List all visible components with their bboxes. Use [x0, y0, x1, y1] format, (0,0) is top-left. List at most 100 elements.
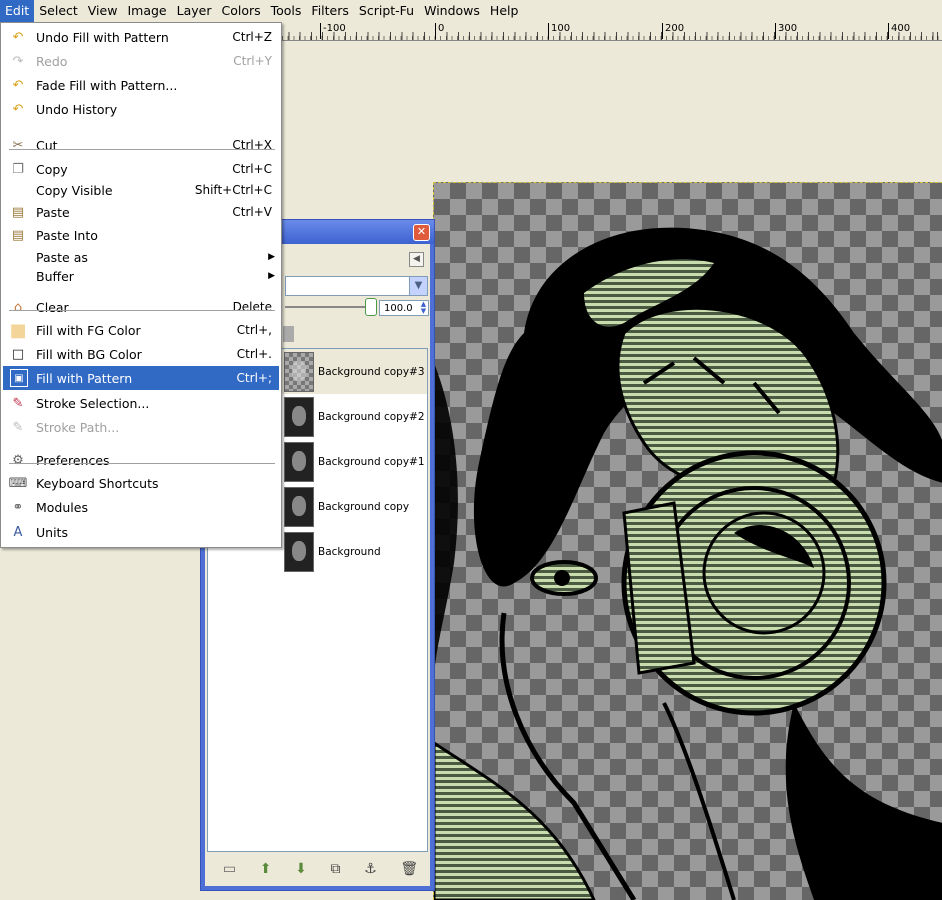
menu-item-clear[interactable]: ⌂ Clear Delete: [3, 295, 279, 319]
ruler-label: 100: [548, 23, 570, 39]
menu-item-label: Fill with Pattern: [36, 370, 133, 386]
undo-icon: ↶: [12, 29, 24, 45]
new-layer-icon[interactable]: ▭: [223, 861, 236, 877]
menu-item-label: Redo: [36, 53, 68, 69]
menu-item-label: Paste Into: [36, 227, 98, 243]
menu-item-units[interactable]: A Units: [3, 520, 279, 544]
submenu-arrow-icon: ▶: [268, 252, 275, 262]
image-canvas[interactable]: [433, 182, 942, 900]
submenu-arrow-icon: ▶: [268, 271, 275, 281]
menu-item-label: Preferences: [36, 452, 110, 468]
menu-select[interactable]: Select: [34, 0, 83, 22]
menu-item-stroke-selection[interactable]: ✎ Stroke Selection...: [3, 391, 279, 415]
layer-thumbnail: [284, 351, 314, 392]
menu-script-fu[interactable]: Script-Fu: [354, 0, 419, 22]
menu-item-copy-visible[interactable]: Copy Visible Shift+Ctrl+C: [3, 178, 279, 202]
copy-icon: ❐: [12, 161, 24, 177]
spin-arrows-icon[interactable]: ▲ ▼: [419, 301, 428, 315]
raise-layer-icon[interactable]: ⬆: [260, 861, 272, 877]
layer-thumbnail: [284, 396, 314, 437]
layer-name[interactable]: Background copy#3: [318, 366, 425, 378]
menu-layer[interactable]: Layer: [172, 0, 217, 22]
clear-icon: ⌂: [13, 299, 23, 315]
menu-filters[interactable]: Filters: [306, 0, 353, 22]
layer-thumbnail: [284, 486, 314, 527]
preferences-icon: ⚙: [12, 452, 24, 468]
menu-item-label: Modules: [36, 499, 88, 515]
menu-item-label: Units: [36, 524, 68, 540]
menu-item-shortcut: Ctrl+,: [236, 323, 272, 337]
menu-item-fill-with-pattern[interactable]: ▣ Fill with Pattern Ctrl+;: [3, 366, 279, 390]
menu-item-label: Stroke Selection...: [36, 395, 150, 411]
menu-item-fill-with-fg-color[interactable]: ■ Fill with FG Color Ctrl+,: [3, 318, 279, 342]
menu-tools[interactable]: Tools: [266, 0, 307, 22]
menu-item-stroke-path: ✎ Stroke Path...: [3, 415, 279, 439]
lock-alpha-icon[interactable]: [283, 326, 294, 342]
lower-layer-icon[interactable]: ⬇: [295, 861, 307, 877]
redo-icon: ↷: [12, 53, 24, 69]
units-icon: A: [13, 524, 23, 540]
menu-item-label: Undo History: [36, 101, 118, 117]
menu-item-label: Fill with BG Color: [36, 346, 142, 362]
layer-thumbnail: [284, 531, 314, 572]
menu-item-shortcut: Ctrl+;: [236, 371, 272, 385]
stroke-icon: ✎: [12, 395, 24, 411]
menu-windows[interactable]: Windows: [419, 0, 485, 22]
menu-item-cut[interactable]: ✂ Cut Ctrl+X: [3, 133, 279, 157]
menu-item-shortcut: Ctrl+Y: [233, 54, 272, 68]
opacity-value-field[interactable]: 100.0 ▲ ▼: [379, 300, 429, 316]
ruler-label: 300: [775, 23, 797, 39]
horizontal-ruler: -100 0 100 200 300 400: [282, 22, 942, 41]
menu-item-label: Buffer: [36, 268, 74, 284]
menu-item-paste[interactable]: ▤ Paste Ctrl+V: [3, 200, 279, 224]
layer-name[interactable]: Background: [318, 546, 381, 558]
menu-item-undo-history[interactable]: ↶ Undo History: [3, 97, 279, 121]
close-icon[interactable]: ✕: [413, 224, 430, 241]
canvas-artwork: [434, 227, 942, 900]
menu-edit[interactable]: Edit: [0, 0, 35, 22]
menu-item-fill-with-bg-color[interactable]: □ Fill with BG Color Ctrl+.: [3, 342, 279, 366]
menu-item-shortcut: Ctrl+.: [236, 347, 272, 361]
menu-item-label: Clear: [36, 299, 69, 315]
duplicate-layer-icon[interactable]: ⧉: [331, 861, 341, 877]
layer-thumbnail: [284, 441, 314, 482]
opacity-slider-handle[interactable]: [365, 298, 377, 316]
menu-view[interactable]: View: [83, 0, 123, 22]
fade-icon: ↶: [12, 77, 24, 93]
opacity-slider-track[interactable]: [285, 306, 373, 308]
layer-name[interactable]: Background copy#1: [318, 456, 425, 468]
menu-colors[interactable]: Colors: [216, 0, 265, 22]
menu-separator: [9, 149, 275, 150]
menu-item-label: Cut: [36, 137, 58, 153]
bg-color-icon: □: [11, 346, 25, 362]
menu-item-label: Paste as: [36, 249, 88, 265]
anchor-layer-icon[interactable]: ⚓: [364, 861, 377, 877]
menu-item-fade-fill-with-pattern[interactable]: ↶ Fade Fill with Pattern...: [3, 73, 279, 97]
menu-item-preferences[interactable]: ⚙ Preferences: [3, 448, 279, 472]
menu-item-keyboard-shortcuts[interactable]: ⌨ Keyboard Shortcuts: [3, 471, 279, 495]
layer-name[interactable]: Background copy#2: [318, 411, 425, 423]
menu-help[interactable]: Help: [485, 0, 524, 22]
layer-name[interactable]: Background copy: [318, 501, 409, 513]
menu-image[interactable]: Image: [122, 0, 171, 22]
menu-item-label: Keyboard Shortcuts: [36, 475, 159, 491]
menu-item-paste-into[interactable]: ▤ Paste Into: [3, 223, 279, 247]
delete-layer-icon[interactable]: 🗑: [400, 861, 418, 877]
layer-mode-select[interactable]: ▼: [285, 276, 428, 296]
pattern-icon: ▣: [10, 369, 28, 387]
dock-menu-arrow-icon[interactable]: ◀: [409, 252, 424, 267]
chevron-down-icon[interactable]: ▼: [409, 277, 427, 295]
menu-item-shortcut: Delete: [232, 300, 272, 314]
menu-item-buffer[interactable]: Buffer ▶: [3, 264, 279, 288]
menu-item-undo-fill-with-pattern[interactable]: ↶ Undo Fill with Pattern Ctrl+Z: [3, 25, 279, 49]
menu-item-modules[interactable]: ⚭ Modules: [3, 495, 279, 519]
menu-item-label: Fade Fill with Pattern...: [36, 77, 178, 93]
menu-item-label: Paste: [36, 204, 70, 220]
menu-item-label: Fill with FG Color: [36, 322, 141, 338]
ruler-label: 200: [662, 23, 684, 39]
menu-separator: [9, 463, 275, 464]
paste-icon: ▤: [11, 204, 25, 220]
edit-menu: ↶ Undo Fill with Pattern Ctrl+Z ↷ Redo Ctrl+Y…: [0, 22, 282, 548]
menu-item-redo: ↷ Redo Ctrl+Y: [3, 49, 279, 73]
menu-item-shortcut: Ctrl+Z: [232, 30, 272, 44]
